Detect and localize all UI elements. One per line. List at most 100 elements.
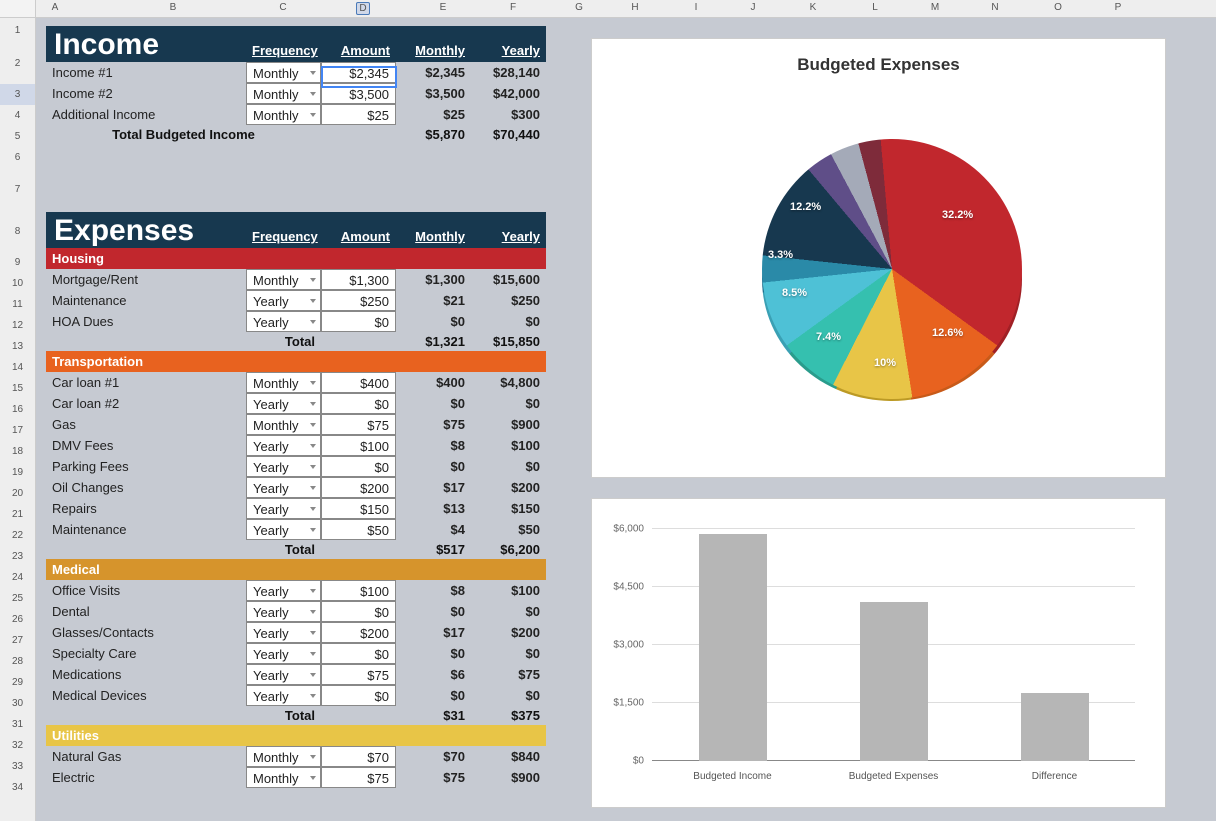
row-header-29[interactable]: 29: [0, 672, 35, 693]
row-header-15[interactable]: 15: [0, 378, 35, 399]
frequency-dropdown[interactable]: Monthly: [246, 746, 321, 767]
amount-input[interactable]: $0: [321, 393, 396, 414]
col-header-J[interactable]: J: [746, 2, 760, 13]
col-header-A[interactable]: A: [48, 2, 62, 13]
frequency-dropdown[interactable]: Yearly: [246, 685, 321, 706]
frequency-dropdown[interactable]: Yearly: [246, 477, 321, 498]
row-header-11[interactable]: 11: [0, 294, 35, 315]
row-header-8[interactable]: 8: [0, 212, 35, 252]
frequency-dropdown[interactable]: Yearly: [246, 519, 321, 540]
amount-input[interactable]: $200: [321, 622, 396, 643]
row-header-6[interactable]: 6: [0, 147, 35, 168]
row-header-32[interactable]: 32: [0, 735, 35, 756]
frequency-dropdown[interactable]: Monthly: [246, 83, 321, 104]
row-header-31[interactable]: 31: [0, 714, 35, 735]
row-header-10[interactable]: 10: [0, 273, 35, 294]
row-header-19[interactable]: 19: [0, 462, 35, 483]
amount-input[interactable]: $150: [321, 498, 396, 519]
col-header-O[interactable]: O: [1051, 2, 1065, 13]
frequency-dropdown[interactable]: Monthly: [246, 414, 321, 435]
col-header-M[interactable]: M: [928, 2, 942, 13]
row-header-17[interactable]: 17: [0, 420, 35, 441]
col-header-E[interactable]: E: [436, 2, 450, 13]
frequency-dropdown[interactable]: Monthly: [246, 104, 321, 125]
amount-input[interactable]: $50: [321, 519, 396, 540]
select-all-corner[interactable]: [0, 0, 35, 18]
row-header-21[interactable]: 21: [0, 504, 35, 525]
amount-input[interactable]: $0: [321, 311, 396, 332]
col-header-G[interactable]: G: [572, 2, 586, 13]
frequency-dropdown[interactable]: Yearly: [246, 664, 321, 685]
frequency-dropdown[interactable]: Yearly: [246, 498, 321, 519]
row-header-26[interactable]: 26: [0, 609, 35, 630]
amount-input[interactable]: $0: [321, 456, 396, 477]
col-header-P[interactable]: P: [1111, 2, 1125, 13]
row-header-25[interactable]: 25: [0, 588, 35, 609]
chart-budget-comparison[interactable]: $0$1,500$3,000$4,500$6,000Budgeted Incom…: [591, 498, 1166, 808]
row-header-27[interactable]: 27: [0, 630, 35, 651]
chart-budgeted-expenses[interactable]: Budgeted Expenses 32.2% 12.6% 10% 7.4% 8…: [591, 38, 1166, 478]
col-header-C[interactable]: C: [276, 2, 290, 13]
frequency-dropdown[interactable]: Yearly: [246, 622, 321, 643]
row-header-34[interactable]: 34: [0, 777, 35, 798]
row-header-18[interactable]: 18: [0, 441, 35, 462]
frequency-dropdown[interactable]: Monthly: [246, 767, 321, 788]
amount-input[interactable]: $75: [321, 767, 396, 788]
amount-input[interactable]: $25: [321, 104, 396, 125]
amount-input[interactable]: $0: [321, 643, 396, 664]
col-header-F[interactable]: F: [506, 2, 520, 13]
expense-row: Parking FeesYearly$0$0$0: [46, 456, 546, 477]
amount-input[interactable]: $0: [321, 601, 396, 622]
row-header-22[interactable]: 22: [0, 525, 35, 546]
col-header-L[interactable]: L: [868, 2, 882, 13]
amount-input[interactable]: $1,300: [321, 269, 396, 290]
row-header-20[interactable]: 20: [0, 483, 35, 504]
row-header-16[interactable]: 16: [0, 399, 35, 420]
frequency-dropdown[interactable]: Monthly: [246, 269, 321, 290]
frequency-dropdown[interactable]: Yearly: [246, 290, 321, 311]
amount-input[interactable]: $100: [321, 580, 396, 601]
amount-input[interactable]: $0: [321, 685, 396, 706]
col-header-K[interactable]: K: [806, 2, 820, 13]
row-header-33[interactable]: 33: [0, 756, 35, 777]
sheet-canvas[interactable]: Income Frequency Amount Monthly Yearly I…: [36, 18, 1216, 821]
row-header-4[interactable]: 4: [0, 105, 35, 126]
col-header-H[interactable]: H: [628, 2, 642, 13]
frequency-dropdown[interactable]: Yearly: [246, 643, 321, 664]
row-header-5[interactable]: 5: [0, 126, 35, 147]
amount-input[interactable]: $100: [321, 435, 396, 456]
frequency-dropdown[interactable]: Monthly: [246, 372, 321, 393]
amount-input[interactable]: $200: [321, 477, 396, 498]
row-header-9[interactable]: 9: [0, 252, 35, 273]
amount-input[interactable]: $400: [321, 372, 396, 393]
row-header-2[interactable]: 2: [0, 44, 35, 84]
row-header-7[interactable]: 7: [0, 168, 35, 212]
row-header-23[interactable]: 23: [0, 546, 35, 567]
row-header-12[interactable]: 12: [0, 315, 35, 336]
row-header-14[interactable]: 14: [0, 357, 35, 378]
row-header-3[interactable]: 3: [0, 84, 35, 105]
row-header-28[interactable]: 28: [0, 651, 35, 672]
frequency-dropdown[interactable]: Yearly: [246, 456, 321, 477]
row-header-30[interactable]: 30: [0, 693, 35, 714]
income-row: Income #2Monthly$3,500$3,500$42,000: [46, 83, 546, 104]
amount-input[interactable]: $75: [321, 664, 396, 685]
frequency-dropdown[interactable]: Yearly: [246, 601, 321, 622]
col-header-I[interactable]: I: [689, 2, 703, 13]
amount-input[interactable]: $70: [321, 746, 396, 767]
frequency-dropdown[interactable]: Yearly: [246, 580, 321, 601]
amount-input[interactable]: $3,500: [321, 83, 396, 104]
col-header-B[interactable]: B: [166, 2, 180, 13]
frequency-dropdown[interactable]: Yearly: [246, 393, 321, 414]
frequency-dropdown[interactable]: Yearly: [246, 435, 321, 456]
frequency-dropdown[interactable]: Monthly: [246, 62, 321, 83]
row-header-1[interactable]: 1: [0, 18, 35, 44]
row-header-24[interactable]: 24: [0, 567, 35, 588]
frequency-dropdown[interactable]: Yearly: [246, 311, 321, 332]
amount-input[interactable]: $75: [321, 414, 396, 435]
col-header-D[interactable]: D: [356, 2, 370, 15]
amount-input[interactable]: $250: [321, 290, 396, 311]
row-header-13[interactable]: 13: [0, 336, 35, 357]
amount-input[interactable]: $2,345: [321, 62, 396, 83]
col-header-N[interactable]: N: [988, 2, 1002, 13]
